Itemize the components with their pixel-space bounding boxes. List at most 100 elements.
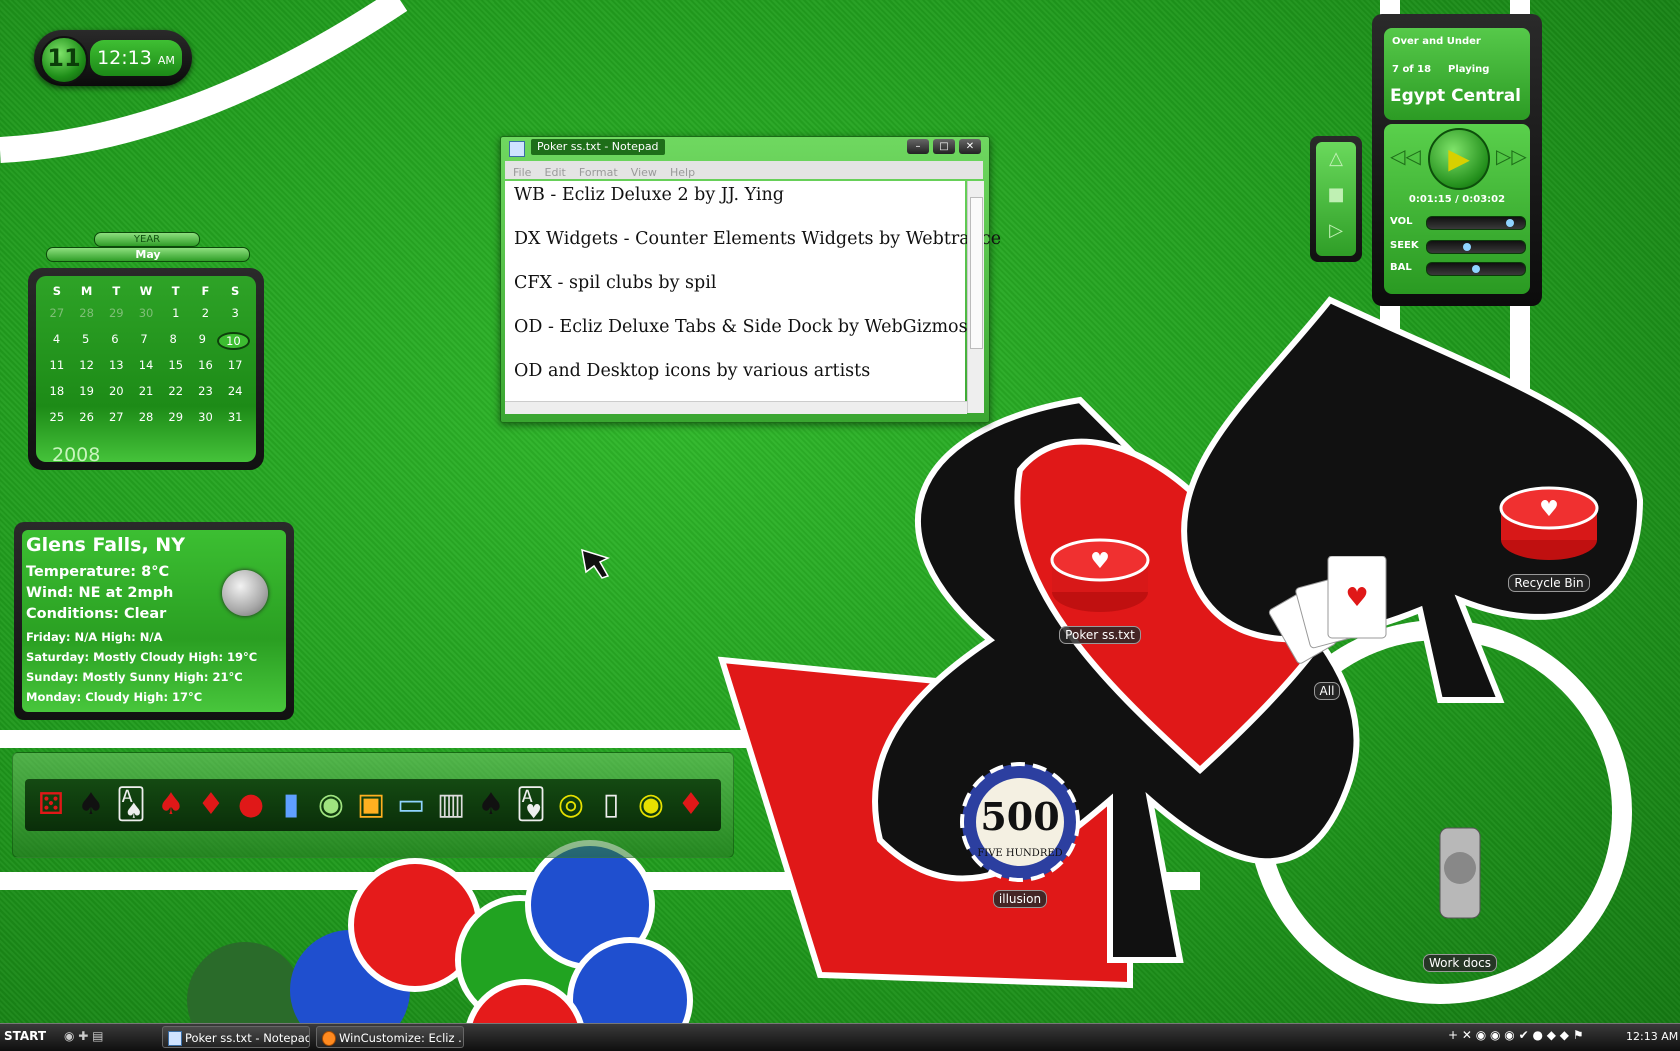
monitor-icon[interactable]: ▭ [393, 785, 429, 825]
spade-dark-icon[interactable]: ♠ [473, 785, 509, 825]
minimize-button[interactable]: – [907, 139, 929, 154]
calendar-day[interactable]: 13 [101, 358, 131, 372]
calendar-day[interactable]: 17 [220, 358, 250, 372]
desktop-icon-all[interactable]: ♥ All [1262, 555, 1392, 700]
weather-city: Glens Falls, NY [26, 534, 185, 556]
recycle-bin-icon: ♥ [1499, 486, 1599, 560]
quick-launch[interactable]: ◉ ✚ ▤ [64, 1029, 104, 1043]
scroll-thumb[interactable] [970, 197, 983, 349]
horizontal-scrollbar[interactable] [505, 401, 967, 414]
desktop-icon-illusion[interactable]: 500 FIVE HUNDRED illusion [958, 760, 1082, 908]
balance-slider[interactable] [1426, 262, 1526, 276]
weather-widget: Glens Falls, NY Temperature: 8°C Wind: N… [14, 522, 294, 720]
stop-icon[interactable]: ■ [1316, 184, 1356, 205]
desktop-icon-poker[interactable]: ♥ Poker ss.txt [1040, 530, 1160, 644]
calendar-day[interactable]: 26 [72, 410, 102, 424]
calendar-day[interactable]: 15 [161, 358, 191, 372]
volume-slider[interactable] [1426, 216, 1526, 230]
slider-knob[interactable] [1463, 243, 1472, 251]
maximize-button[interactable]: □ [933, 139, 955, 154]
previous-icon[interactable]: ◁◁ [1390, 144, 1421, 168]
calendar-day[interactable]: 24 [220, 384, 250, 398]
calendar-day[interactable]: 21 [131, 384, 161, 398]
calendar-day[interactable]: 19 [72, 384, 102, 398]
red-card-icon[interactable]: ♦ [673, 785, 709, 825]
calendar-day[interactable]: 4 [42, 332, 71, 350]
taskbar-button-browser[interactable]: WinCustomize: Ecliz ... [316, 1026, 464, 1048]
firefox-icon[interactable]: ◉ [313, 785, 349, 825]
seek-label: SEEK [1390, 240, 1419, 251]
calendar-day[interactable]: 14 [131, 358, 161, 372]
seek-slider[interactable] [1426, 240, 1526, 254]
poker-chip-icon: ♥ [1050, 538, 1150, 612]
calendar-day[interactable]: 29 [101, 306, 131, 320]
calendar-day[interactable]: 3 [220, 306, 250, 320]
notepad-window[interactable]: Poker ss.txt - Notepad – □ ✕ File Edit F… [500, 136, 1001, 423]
calendar-day[interactable]: 27 [101, 410, 131, 424]
window-title: Poker ss.txt - Notepad [531, 139, 665, 155]
calendar-day[interactable]: 6 [100, 332, 129, 350]
chip-500-icon: 500 FIVE HUNDRED [960, 762, 1080, 882]
calendar-day[interactable]: 11 [42, 358, 72, 372]
slider-knob[interactable] [1472, 265, 1480, 273]
cards-fan-icon[interactable]: 🂱 [513, 785, 549, 825]
text-line: WB - Ecliz Deluxe 2 by JJ. Ying [514, 185, 784, 205]
menu-edit[interactable]: Edit [545, 164, 566, 182]
suits-icon[interactable]: ♦ [193, 785, 229, 825]
text-area[interactable]: WB - Ecliz Deluxe 2 by JJ. Ying DX Widge… [505, 181, 1001, 413]
spade-icon[interactable]: ♠ [73, 785, 109, 825]
calendar-day[interactable]: 27 [42, 306, 72, 320]
forecast-item: Sunday: Mostly Sunny High: 21°C [26, 670, 243, 684]
menu-view[interactable]: View [631, 164, 657, 182]
balance-label: BAL [1390, 262, 1412, 273]
calendar-day[interactable]: 22 [161, 384, 191, 398]
calendar-day[interactable]: 30 [191, 410, 221, 424]
system-tray[interactable]: + ✕ ◉ ◉ ◉ ✔ ● ◆ ◆ ⚑ [1448, 1028, 1584, 1042]
calendar-day[interactable]: 31 [220, 410, 250, 424]
card-deck-icon[interactable]: ▮ [273, 785, 309, 825]
dice-icon[interactable]: ⚄ [33, 785, 69, 825]
calendar-day[interactable]: 9 [188, 332, 217, 350]
play-small-icon[interactable]: ▷ [1316, 220, 1356, 241]
spade-red-icon[interactable]: ♠ [153, 785, 189, 825]
calendar-day[interactable]: 28 [131, 410, 161, 424]
calendar-day[interactable]: 20 [101, 384, 131, 398]
card-box-icon[interactable]: ▯ [593, 785, 629, 825]
close-button[interactable]: ✕ [959, 139, 981, 154]
vertical-scrollbar[interactable] [967, 181, 984, 413]
calendar-day[interactable]: 5 [71, 332, 100, 350]
calendar-day[interactable]: 16 [191, 358, 221, 372]
desktop-icon-recycle-bin[interactable]: ♥ Recycle Bin [1494, 478, 1604, 592]
start-button[interactable]: START [4, 1029, 46, 1043]
menu-format[interactable]: Format [579, 164, 618, 182]
taskbar-button-notepad[interactable]: Poker ss.txt - Notepad [162, 1026, 310, 1048]
calendar-day[interactable]: 30 [131, 306, 161, 320]
yellow-chip-icon[interactable]: ◉ [633, 785, 669, 825]
calendar-day[interactable]: 18 [42, 384, 72, 398]
month-tab[interactable]: May [46, 247, 250, 262]
play-button[interactable]: ▶ [1428, 128, 1490, 190]
calendar-day[interactable]: 1 [161, 306, 191, 320]
calendar-day[interactable]: 2 [191, 306, 221, 320]
chip-icon[interactable]: ● [233, 785, 269, 825]
gold-chip-icon[interactable]: ◎ [553, 785, 589, 825]
menu-help[interactable]: Help [670, 164, 695, 182]
calendar-day[interactable]: 8 [159, 332, 188, 350]
calendar-day[interactable]: 12 [72, 358, 102, 372]
slider-knob[interactable] [1506, 219, 1515, 227]
clock-widget: 11 12:13 AM [34, 30, 192, 86]
desktop-icon-work-docs[interactable]: Work docs [1410, 808, 1510, 972]
calendar-day[interactable]: 28 [72, 306, 102, 320]
card-icon[interactable]: 🂡 [113, 785, 149, 825]
calendar-day[interactable]: 23 [191, 384, 221, 398]
calendar-day[interactable]: 7 [129, 332, 158, 350]
next-icon[interactable]: ▷▷ [1496, 144, 1527, 168]
gift-icon[interactable]: ▣ [353, 785, 389, 825]
eject-icon[interactable]: △ [1316, 148, 1356, 169]
menu-file[interactable]: File [513, 164, 531, 182]
chip-stack-icon[interactable]: ▥ [433, 785, 469, 825]
calendar-day-today[interactable]: 10 [216, 332, 250, 350]
year-tab[interactable]: YEAR [94, 232, 200, 247]
calendar-day[interactable]: 29 [161, 410, 191, 424]
calendar-day[interactable]: 25 [42, 410, 72, 424]
